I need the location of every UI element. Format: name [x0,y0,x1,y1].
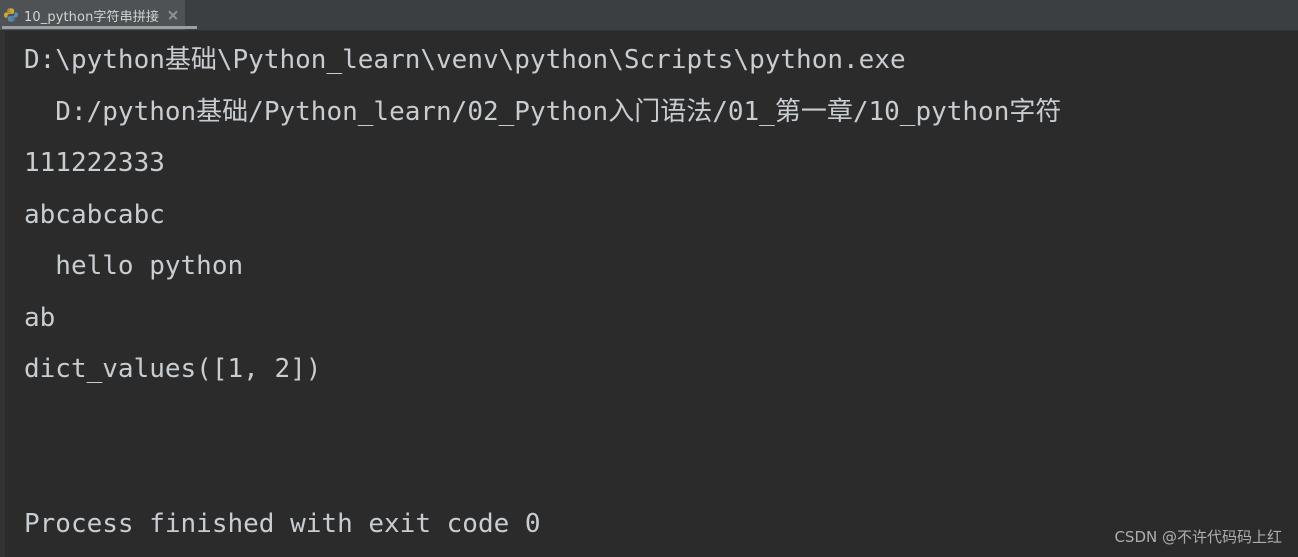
pycharm-run-console-window: 10_python字符串拼接 D:\python基础\Python_learn\… [0,0,1298,557]
tab-label: 10_python字符串拼接 [24,9,159,25]
python-file-icon [3,7,19,23]
console-line: abcabcabc [24,199,165,230]
tab-bar: 10_python字符串拼接 [0,0,1298,31]
watermark: CSDN @不许代码码上红 [1114,528,1282,546]
console-line: ab [24,302,56,333]
close-icon[interactable] [167,9,179,21]
console-line: dict_values([1, 2]) [24,354,322,384]
tab-10-python-string-concat[interactable]: 10_python字符串拼接 [0,0,197,30]
console-line: Process finished with exit code 0 [24,508,541,539]
console-line: D:\python基础\Python_learn\venv\python\Scr… [24,45,906,75]
console-panel: D:\python基础\Python_learn\venv\python\Scr… [0,31,1298,557]
console-output[interactable]: D:\python基础\Python_learn\venv\python\Scr… [5,31,1298,557]
console-line: 111222333 [24,148,165,178]
console-line: D:/python基础/Python_learn/02_Python入门语法/0… [24,96,1062,127]
console-line: hello python [24,251,244,281]
active-tab-underline [2,26,197,29]
